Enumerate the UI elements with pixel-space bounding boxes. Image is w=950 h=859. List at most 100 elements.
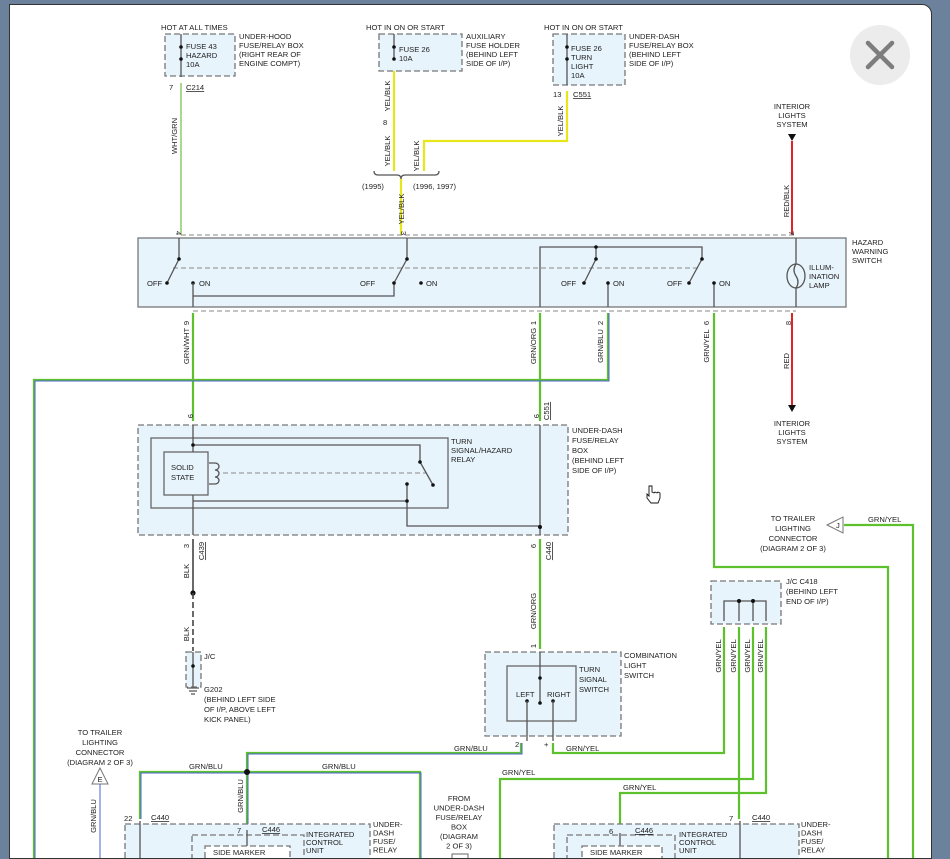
diagram-label: ON — [613, 279, 624, 288]
junction-dot — [700, 257, 704, 261]
diagram-label: GRN/YEL — [623, 783, 656, 792]
arrow-down-icon — [788, 405, 796, 412]
diagram-label: OFF — [561, 279, 577, 288]
junction-dot — [565, 57, 569, 61]
junction-dot — [418, 460, 422, 464]
diagram-label: RELAY — [801, 846, 825, 855]
diagram-label: END OF I/P) — [786, 597, 829, 606]
wire — [865, 40, 895, 70]
diagram-label: UNDER-DASH — [572, 426, 623, 435]
junction-dot — [405, 482, 409, 486]
diagram-label: C440 — [151, 813, 169, 822]
diagram-label: TURN — [451, 437, 472, 446]
diagram-label: COMBINATION LIGHT SWITCH — [624, 651, 677, 680]
diagram-label: FUSE 26 — [399, 45, 430, 54]
diagram-label: GRN/ORG — [529, 328, 538, 364]
diagram-label: SWITCH — [624, 671, 654, 680]
diagram-label: GRN/YEL — [868, 515, 901, 524]
diagram-label: CONNECTOR — [76, 748, 125, 757]
close-button[interactable] — [850, 25, 910, 85]
junction-dot — [687, 281, 691, 285]
diagram-label: FROM — [448, 794, 470, 803]
diagram-label: FUSE/RELAY — [436, 813, 483, 822]
junction-dot — [538, 701, 542, 705]
jc-c418: J/C C418 (BEHIND LEFT END OF I/P) GRN/YEL … — [710, 577, 838, 673]
diagram-label: KICK PANEL) — [204, 715, 251, 724]
diagram-label: HAZARD — [186, 51, 218, 60]
diagram-label: GRN/YEL — [756, 639, 765, 672]
diagram-label: UNDER-DASH FUSE/RELAY — [801, 820, 831, 855]
diagram-label: FUSE HOLDER — [466, 41, 521, 50]
hand-cursor-icon — [646, 485, 661, 504]
junction-dot — [177, 257, 181, 261]
junction-dot — [606, 281, 610, 285]
diagram-label: LIGHT — [571, 62, 594, 71]
diagram-label: C551 — [542, 402, 551, 420]
diagram-label: SOLID STATE — [171, 463, 194, 482]
diagram-label: ON — [719, 279, 730, 288]
junction-dot — [392, 57, 396, 61]
diagram-label: (DIAGRAM 2 OF 3) — [67, 758, 133, 767]
diagram-label: WARNING — [852, 247, 889, 256]
diagram-label: G202 — [204, 685, 223, 694]
diagram-label: GRN/BLU — [189, 762, 223, 771]
diagram-label: HOT IN ON OR START — [366, 23, 445, 32]
diagram-label: SIDE OF I/P) — [572, 466, 617, 475]
diagram-label: YEL/BLK — [383, 136, 392, 167]
diagram-label: INTERIOR — [774, 419, 811, 428]
trailer-connector-j: TO TRAILER LIGHTING CONNECTOR (DIAGRAM 2 OF… — [760, 514, 915, 858]
arrow-down-icon — [788, 134, 796, 141]
diagram-label: SWITCH — [579, 685, 609, 694]
diagram-label: UNDER-DASH FUSE/RELAY — [373, 820, 403, 855]
diagram-label: GRN/BLU — [322, 762, 356, 771]
diagram-label: ENGINE COMPT) — [239, 59, 301, 68]
junction-dot — [538, 525, 542, 529]
diagram-label: SYSTEM — [776, 120, 807, 129]
diagram-label: AUXILIARY FUSE HOLDER (BEHIND LEFT SIDE OF … — [466, 32, 521, 68]
ground-g202: BLK BLK J/C G202 (BEHIND LEFT SIDE OF I/P,… — [182, 539, 276, 724]
diagram-label: SIDE OF I/P) — [629, 59, 674, 68]
junction-dot — [244, 769, 250, 775]
diagram-label: TO TRAILER LIGHTING CONNECTOR (DIAGRAM 2 OF… — [67, 728, 133, 767]
diagram-label: 8 — [383, 118, 387, 127]
diagram-label: C440 — [752, 813, 770, 822]
component-box — [451, 853, 469, 858]
diagram-label: C440 — [544, 542, 553, 560]
bottom-left-module: 22 C440 7 C446 SIDE MARKER INTEGRATED CON… — [124, 813, 403, 858]
ground-icon — [187, 687, 199, 695]
diagram-label: OFF — [667, 279, 683, 288]
diagram-label: BLK — [182, 564, 191, 578]
hot-label: HOT AT ALL TIMES — [161, 23, 228, 32]
junction-dot — [594, 257, 598, 261]
diagram-label: 10A — [571, 71, 585, 80]
diagram-label: UNDER-HOOD FUSE/RELAY BOX (RIGHT REAR OF EN… — [239, 32, 304, 68]
diagram-label: 2 OF 3) — [446, 842, 472, 851]
diagram-label: LIGHTING — [82, 738, 118, 747]
diagram-label: 6 — [609, 827, 613, 836]
diagram-label: SOLID — [171, 463, 194, 472]
diagram-label: ON — [426, 279, 437, 288]
diagram-label: (BEHIND LEFT — [786, 587, 838, 596]
diagram-label: LEFT — [516, 690, 535, 699]
diagram-label: OFF — [147, 279, 163, 288]
combination-light-switch: GRN/ORG 1 LEFT RIGHT TURN SIGNAL SWITCH CO… — [484, 539, 677, 749]
diagram-label: RELAY — [451, 455, 475, 464]
junction-dot — [392, 281, 396, 285]
diagram-label: ILLUM- — [809, 263, 834, 272]
diagram-label: FUSE/RELAY BOX — [629, 41, 694, 50]
diagram-label: 7 — [729, 814, 733, 823]
trailer-connector-e: TO TRAILER LIGHTING CONNECTOR (DIAGRAM 2 OF… — [67, 728, 133, 858]
wiring-diagram: HOT AT ALL TIMES FUSE 43 HAZARD 10A UNDER-… — [32, 23, 915, 858]
diagram-label: J — [836, 521, 840, 530]
diagram-label: UNDER-DASH — [434, 804, 485, 813]
turn-signal-hazard-relay: 9 9 C551 UNDER-DASH FUSE/RELAY BOX (BEHIND … — [137, 402, 624, 560]
diagram-label: INATION — [809, 272, 839, 281]
diagram-label: TO TRAILER LIGHTING CONNECTOR (DIAGRAM 2 OF… — [760, 514, 826, 553]
diagram-label: UNDER-DASH FUSE/RELAY BOX (BEHIND LEFT SIDE … — [572, 426, 624, 475]
junction-dot — [565, 45, 569, 49]
diagram-label: 7 — [787, 231, 796, 235]
diagram-label: C439 — [197, 542, 206, 560]
diagram-label: GRN/YEL — [502, 768, 535, 777]
diagram-label: FUSE 43 — [186, 42, 217, 51]
diagram-label: 1 — [529, 644, 538, 648]
